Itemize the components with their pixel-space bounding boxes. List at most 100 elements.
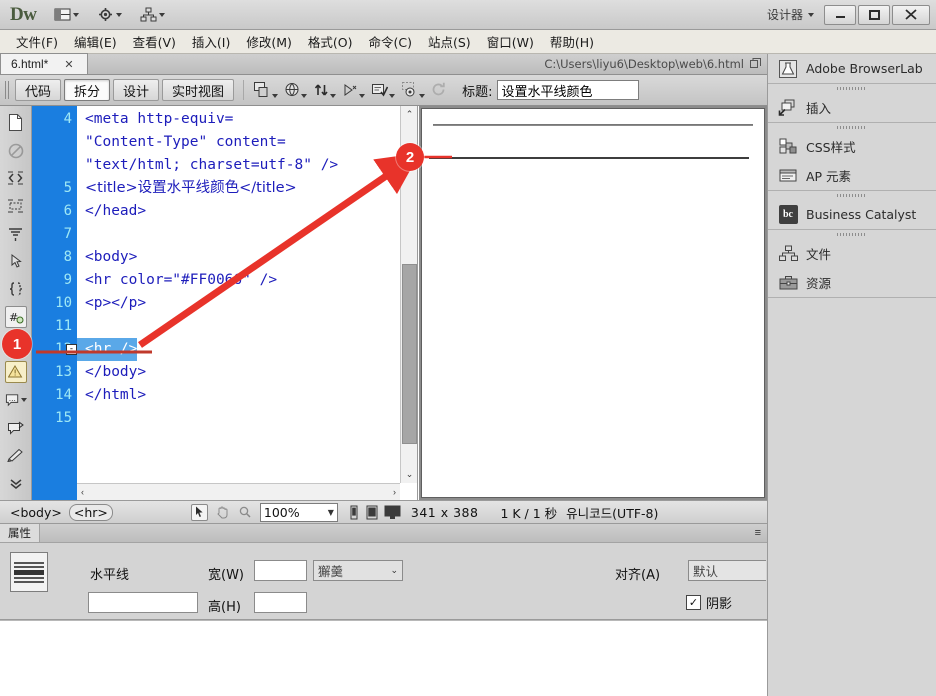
menu-window[interactable]: 窗口(W) xyxy=(479,30,542,53)
document-encoding: 유니코드(UTF-8) xyxy=(566,505,659,521)
properties-tab-row: 属性 ≡ xyxy=(0,524,767,543)
menu-insert[interactable]: 插入(I) xyxy=(184,30,238,53)
shading-checkbox-group[interactable]: ✓ 阴影 xyxy=(686,593,732,612)
line-number: 5 xyxy=(63,180,72,196)
tag-selector-body[interactable]: <body> xyxy=(6,505,66,520)
menu-site[interactable]: 站点(S) xyxy=(420,30,479,53)
workspace-switcher[interactable]: 设计器 xyxy=(767,6,814,23)
zoom-select[interactable]: 100% ▼ xyxy=(259,502,338,522)
dock-drag-handle[interactable] xyxy=(768,230,936,239)
menu-modify[interactable]: 修改(M) xyxy=(238,30,300,53)
dock-item-insert[interactable]: 插入 xyxy=(768,93,936,122)
select-parent-tag-icon[interactable] xyxy=(5,251,27,273)
scroll-down-icon[interactable]: ⌄ xyxy=(401,466,417,483)
expand-selection-icon[interactable] xyxy=(5,195,27,217)
visual-aids-icon[interactable] xyxy=(343,82,366,98)
zoom-icon[interactable] xyxy=(237,504,254,521)
view-button-design[interactable]: 设计 xyxy=(113,79,160,101)
scroll-left-icon[interactable]: ‹ xyxy=(81,487,84,497)
collapse-full-tag-icon[interactable] xyxy=(5,223,27,245)
height-label: 高(H) xyxy=(208,600,241,615)
dock-item-css-styles[interactable]: CSS样式 xyxy=(768,132,936,161)
line-text: "text/html; charset=utf-8" /> xyxy=(85,157,339,173)
line-numbers-icon[interactable]: # xyxy=(4,305,27,328)
more-icon[interactable] xyxy=(5,472,27,494)
menu-help[interactable]: 帮助(H) xyxy=(542,30,602,53)
recent-snippets-icon[interactable] xyxy=(5,445,27,467)
properties-body: 水平线 宽(W) 獬羹 ⌄ 高(H) 对齐(A) 默认 ✓ 阴影 xyxy=(0,543,767,619)
minimize-button[interactable] xyxy=(824,4,856,25)
live-code-icon[interactable] xyxy=(254,82,279,98)
code-line: 13 </body> xyxy=(32,361,417,384)
shading-checkbox[interactable]: ✓ xyxy=(686,595,701,610)
apply-comment-icon[interactable]: ! xyxy=(4,361,27,384)
menu-commands[interactable]: 命令(C) xyxy=(361,30,420,53)
hand-icon[interactable] xyxy=(214,504,231,521)
remove-comment-icon[interactable]: ... xyxy=(5,389,27,411)
dock-item-assets[interactable]: 资源 xyxy=(768,268,936,297)
site-map-icon[interactable] xyxy=(140,7,166,22)
code-horizontal-scrollbar[interactable]: ‹ › xyxy=(77,483,400,500)
file-path-text: C:\Users\liyu6\Desktop\web\6.html xyxy=(544,56,744,71)
collapse-selection-icon[interactable] xyxy=(5,167,27,189)
validate-markup-icon[interactable] xyxy=(372,82,396,98)
line-number: 7 xyxy=(63,226,72,242)
dock-drag-handle[interactable] xyxy=(768,123,936,132)
code-fold-toggle[interactable]: - xyxy=(66,344,77,355)
dock-drag-handle[interactable] xyxy=(768,191,936,200)
close-button[interactable] xyxy=(892,4,930,25)
scroll-up-icon[interactable]: ⌃ xyxy=(401,106,417,123)
chevron-down-icon xyxy=(159,12,166,17)
align-select[interactable]: 默认 xyxy=(688,560,766,581)
height-input[interactable] xyxy=(254,592,307,613)
gear-icon[interactable] xyxy=(97,7,123,22)
page-title-input[interactable]: 设置水平线颜色 xyxy=(497,80,640,100)
restore-window-icon[interactable] xyxy=(750,58,761,69)
scrollbar-thumb[interactable] xyxy=(402,264,417,444)
layout-switch-icon[interactable] xyxy=(54,7,80,22)
new-document-icon[interactable] xyxy=(5,112,27,134)
code-editor-pane[interactable]: 4 <meta http-equiv= "Content-Type" conten… xyxy=(32,106,418,500)
dock-item-business-catalyst[interactable]: bc Business Catalyst xyxy=(768,200,936,229)
view-button-split[interactable]: 拆分 xyxy=(64,79,111,101)
scroll-right-icon[interactable]: › xyxy=(393,487,396,497)
document-dimensions[interactable]: 341 x 388 xyxy=(411,505,479,520)
design-canvas[interactable] xyxy=(421,108,765,498)
select-arrow-icon[interactable] xyxy=(190,503,208,521)
page-title-label: 标题: xyxy=(462,84,493,100)
menu-file[interactable]: 文件(F) xyxy=(8,30,66,53)
tab-properties[interactable]: 属性 xyxy=(0,524,40,542)
svg-text:!: ! xyxy=(13,369,16,378)
desktop-size-icon[interactable] xyxy=(384,505,401,520)
dock-item-files[interactable]: 文件 xyxy=(768,239,936,268)
document-tab-6html[interactable]: 6.html* ✕ xyxy=(0,53,88,74)
check-browser-icon[interactable] xyxy=(402,82,426,98)
dock-item-ap-elements[interactable]: AP 元素 xyxy=(768,161,936,190)
preview-browser-icon[interactable] xyxy=(285,82,308,98)
tag-selector-hr[interactable]: <hr> xyxy=(68,503,113,521)
toolbar-grip[interactable] xyxy=(5,81,11,99)
balance-braces-icon[interactable] xyxy=(5,278,27,300)
width-unit-select[interactable]: 獬羹 ⌄ xyxy=(313,560,403,581)
ap-elements-icon xyxy=(778,166,798,186)
line-text-selected: <hr /> xyxy=(77,338,138,361)
tablet-size-icon[interactable] xyxy=(365,505,379,520)
maximize-button[interactable] xyxy=(858,4,890,25)
file-management-icon[interactable] xyxy=(314,82,337,98)
width-input[interactable] xyxy=(254,560,307,581)
mobile-size-icon[interactable] xyxy=(348,505,360,520)
close-icon[interactable]: ✕ xyxy=(64,58,73,71)
wrap-tag-icon[interactable] xyxy=(5,417,27,439)
dock-drag-handle[interactable] xyxy=(768,84,936,93)
view-button-live-view[interactable]: 实时视图 xyxy=(162,79,235,101)
panel-menu-icon[interactable]: ≡ xyxy=(755,524,761,542)
refresh-icon[interactable] xyxy=(432,82,446,98)
menu-edit[interactable]: 编辑(E) xyxy=(66,30,125,53)
view-button-code[interactable]: 代码 xyxy=(15,79,62,101)
design-view-pane[interactable] xyxy=(419,106,767,500)
dock-item-browserlab[interactable]: Adobe BrowserLab xyxy=(768,54,936,83)
no-symbol-icon[interactable] xyxy=(5,140,27,162)
id-input[interactable] xyxy=(88,592,198,613)
menu-view[interactable]: 查看(V) xyxy=(125,30,184,53)
menu-format[interactable]: 格式(O) xyxy=(300,30,361,53)
